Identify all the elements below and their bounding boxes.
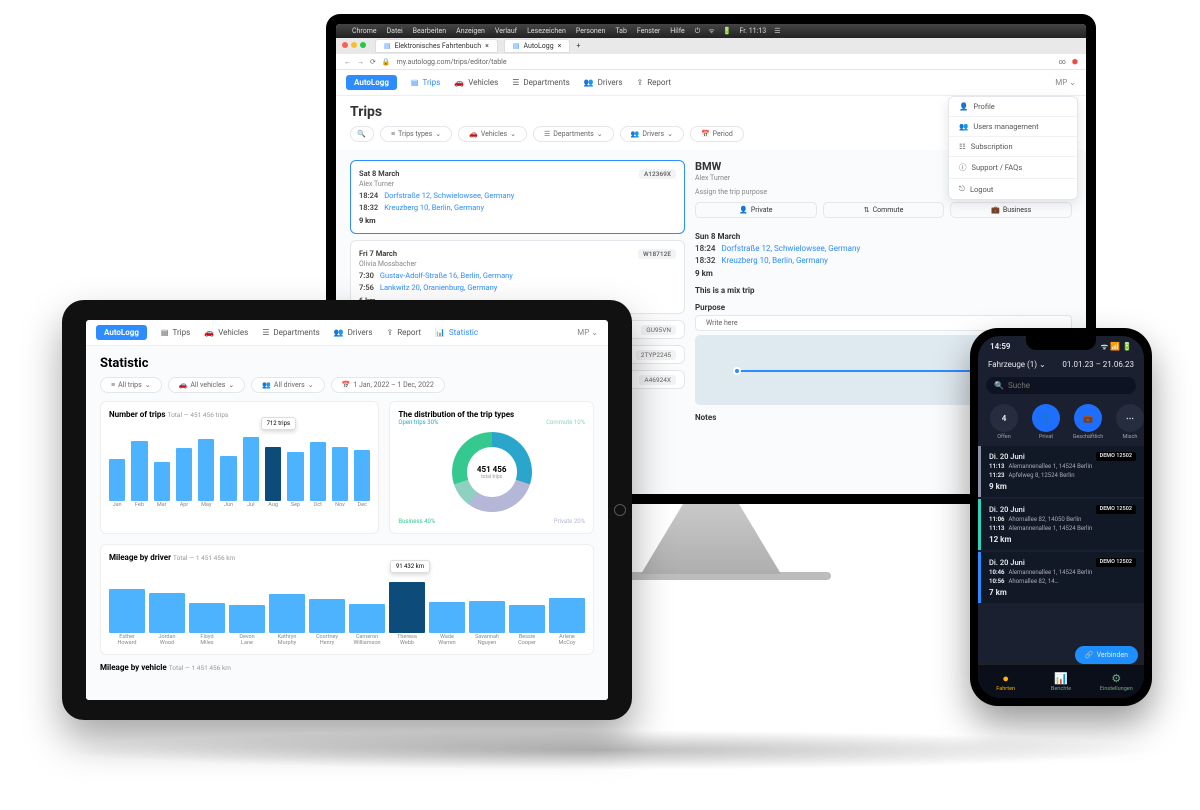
menu-subscription[interactable]: ☷ Subscription bbox=[949, 137, 1077, 157]
mobile-trip-list: Di. 20 JuniDEMO 12502 11:13Alemannenalle… bbox=[978, 446, 1144, 664]
nav-departments[interactable]: ☰ Departments bbox=[262, 328, 319, 337]
ipad-device: AutoLogg ▤ Trips 🚗 Vehicles ☰ Department… bbox=[62, 300, 632, 720]
macos-menubar: ChromeDateiBearbeitenAnzeigenVerlaufLese… bbox=[336, 24, 1086, 38]
filter-period[interactable]: 📅 Period bbox=[690, 126, 744, 142]
page-title: Statistic bbox=[100, 356, 594, 371]
donut-chart: 451 456total trips bbox=[452, 432, 532, 512]
clock: Fr. 11:13 bbox=[739, 27, 766, 36]
nav-trips[interactable]: ▤ Trips bbox=[161, 328, 190, 337]
nav-berichte[interactable]: 📊Berichte bbox=[1033, 665, 1088, 698]
filter-drivers[interactable]: 👥 Drivers ⌄ bbox=[620, 126, 684, 142]
mobile-trip[interactable]: Di. 20 JuniDEMO 12502 10:46Alemannenalle… bbox=[978, 552, 1144, 603]
nav-vehicles[interactable]: 🚗 Vehicles bbox=[204, 328, 248, 337]
user-badge[interactable]: MP ⌄ bbox=[1055, 78, 1076, 87]
tab-misc[interactable]: ⋯Misch bbox=[1112, 404, 1144, 440]
purpose-commute[interactable]: ⇅ Commute bbox=[823, 202, 945, 218]
menu-users[interactable]: 👥 Users management bbox=[949, 117, 1077, 137]
date-range[interactable]: 01.01.23 – 21.06.23 bbox=[1062, 360, 1134, 369]
nav-einstellungen[interactable]: ⚙Einstellungen bbox=[1089, 665, 1144, 698]
new-tab-button[interactable]: + bbox=[576, 42, 580, 50]
browser-tab-active[interactable]: ▤AutoLogg× bbox=[504, 39, 571, 53]
stat-filter-range[interactable]: 📅 1 Jan, 2022 – 1 Dec, 2022 bbox=[331, 377, 445, 393]
nav-fahrten[interactable]: ●Fahrten bbox=[978, 665, 1033, 698]
nav-report[interactable]: ⇪ Report bbox=[636, 78, 670, 87]
filter-vehicles[interactable]: 🚗 Vehicles ⌄ bbox=[458, 126, 527, 142]
app-navbar: AutoLogg ▤ Trips 🚗 Vehicles ☰ Department… bbox=[86, 320, 608, 346]
tab-private[interactable]: 👤Privat bbox=[1028, 404, 1064, 440]
nav-trips[interactable]: ▤ Trips bbox=[411, 78, 440, 87]
chart-num-trips: Number of trips Total — 451 456 trips 71… bbox=[100, 401, 379, 534]
home-button[interactable] bbox=[614, 504, 626, 516]
menu-support[interactable]: ⓘ Support / FAQs bbox=[949, 157, 1077, 179]
tab-business[interactable]: 💼Geschäftlich bbox=[1070, 404, 1106, 440]
iphone-device: 14:59ᯤ 📶 🔋 Fahrzeuge (1) ⌄ 01.01.23 – 21… bbox=[970, 328, 1152, 706]
address-bar[interactable]: ←→⟳ 🔒my.autologg.com/trips/editor/table … bbox=[336, 54, 1086, 70]
user-menu: 👤 Profile 👥 Users management ☷ Subscript… bbox=[948, 96, 1078, 200]
app-navbar: AutoLogg ▤ Trips 🚗 Vehicles ☰ Department… bbox=[336, 70, 1086, 96]
mobile-trip[interactable]: Di. 20 JuniDEMO 12502 11:13Alemannenalle… bbox=[978, 446, 1144, 497]
tooltip: 712 trips bbox=[261, 417, 297, 430]
nav-report[interactable]: ⇪ Report bbox=[386, 328, 420, 337]
tab-open[interactable]: 4Offen bbox=[986, 404, 1022, 440]
nav-departments[interactable]: ☰ Departments bbox=[512, 78, 569, 87]
browser-tabs: ▤Elektronisches Fahrtenbuch× ▤AutoLogg× … bbox=[336, 38, 1086, 54]
search-input[interactable]: 🔍 bbox=[350, 126, 374, 142]
stat-filter-drivers[interactable]: 👥 All drivers ⌄ bbox=[251, 377, 324, 393]
menu-profile[interactable]: 👤 Profile bbox=[949, 97, 1077, 117]
nav-drivers[interactable]: 👥 Drivers bbox=[584, 78, 623, 87]
brand-logo: AutoLogg bbox=[96, 325, 147, 340]
search-input[interactable]: 🔍 Suche bbox=[986, 377, 1136, 394]
mobile-trip[interactable]: Di. 20 JuniDEMO 12502 11:06Ahornallee 82… bbox=[978, 499, 1144, 550]
purpose-private[interactable]: 👤 Private bbox=[695, 202, 817, 218]
nav-drivers[interactable]: 👥 Drivers bbox=[334, 328, 373, 337]
bottom-nav: ●Fahrten 📊Berichte ⚙Einstellungen bbox=[978, 664, 1144, 698]
filter-types[interactable]: ≡ Trips types ⌄ bbox=[380, 126, 452, 142]
nav-vehicles[interactable]: 🚗 Vehicles bbox=[454, 78, 498, 87]
brand-logo: AutoLogg bbox=[346, 75, 397, 90]
nav-statistic[interactable]: 📊 Statistic bbox=[435, 328, 478, 337]
reflection-shadow bbox=[60, 730, 1160, 770]
trip-card[interactable]: Sat 8 MarchA12369X Alex Turner 18:24Dorf… bbox=[350, 160, 685, 234]
browser-tab[interactable]: ▤Elektronisches Fahrtenbuch× bbox=[375, 39, 498, 53]
tooltip: 91 432 km bbox=[390, 560, 430, 573]
stat-filter-trips[interactable]: ≡ All trips ⌄ bbox=[100, 377, 162, 393]
menu-logout[interactable]: ⎋ Logout bbox=[949, 179, 1077, 199]
chart-distribution: The distribution of the trip types Open … bbox=[389, 401, 594, 534]
phone-header: Fahrzeuge (1) ⌄ 01.01.23 – 21.06.23 bbox=[978, 356, 1144, 373]
stat-filter-vehicles[interactable]: 🚗 All vehicles ⌄ bbox=[168, 377, 246, 393]
category-tabs: 4Offen 👤Privat 💼Geschäftlich ⋯Misch bbox=[978, 398, 1144, 446]
vehicle-selector[interactable]: Fahrzeuge (1) ⌄ bbox=[988, 360, 1046, 369]
chart-mileage-driver: Mileage by driver Total — 1 451 456 km 9… bbox=[100, 544, 594, 655]
purpose-business[interactable]: 💼 Business bbox=[950, 202, 1072, 218]
connect-button[interactable]: 🔗 Verbinden bbox=[1075, 646, 1138, 664]
user-badge[interactable]: MP ⌄ bbox=[577, 328, 598, 337]
filter-departments[interactable]: ☰ Departments ⌄ bbox=[533, 126, 614, 142]
